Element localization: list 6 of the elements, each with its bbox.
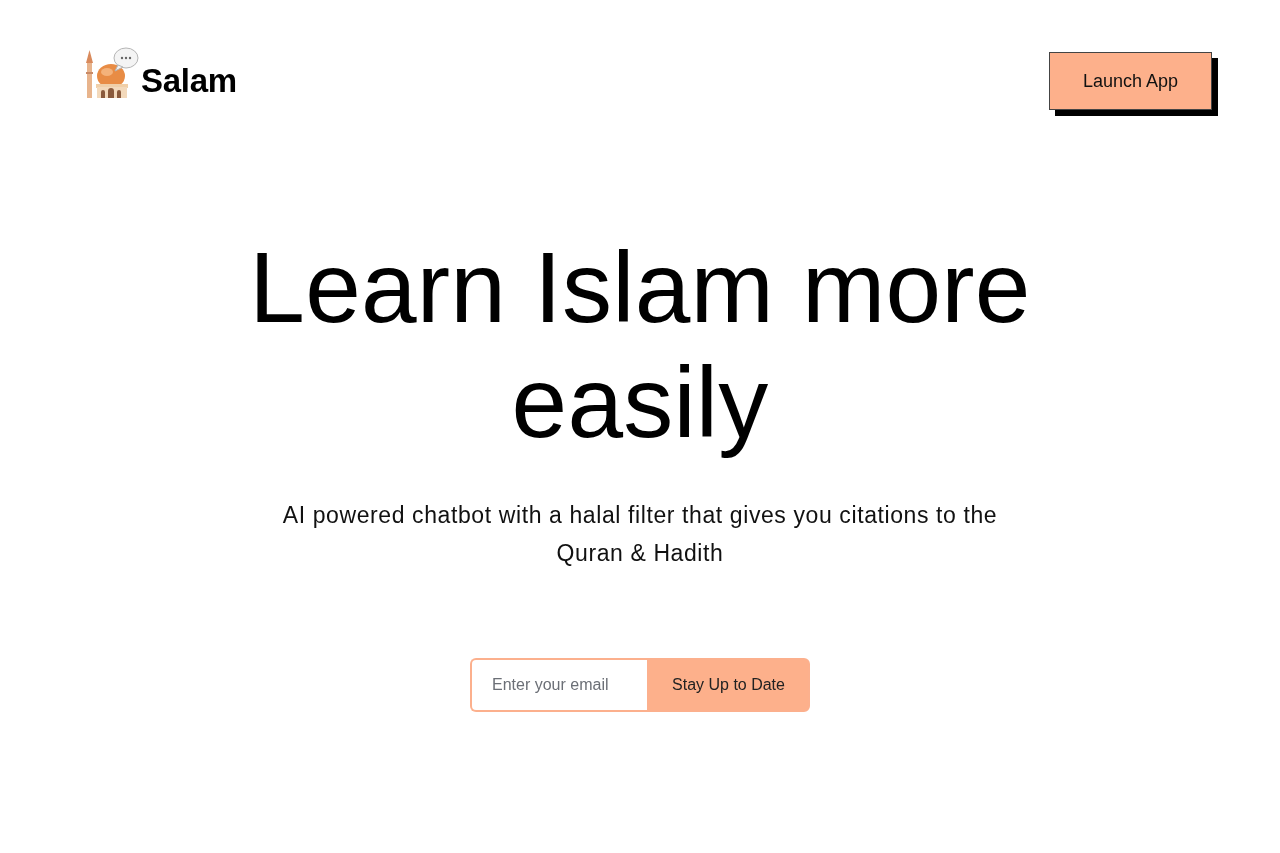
hero-title: Learn Islam more easily (248, 230, 1032, 460)
subscribe-button[interactable]: Stay Up to Date (647, 658, 810, 712)
hero-subtitle: AI powered chatbot with a halal filter that gives you citations to the Quran & Hadith (281, 501, 999, 568)
mosque-speech-bubble-icon (85, 45, 139, 99)
brand-name: Salam (141, 62, 237, 100)
email-field[interactable]: Enter your email (470, 658, 647, 712)
